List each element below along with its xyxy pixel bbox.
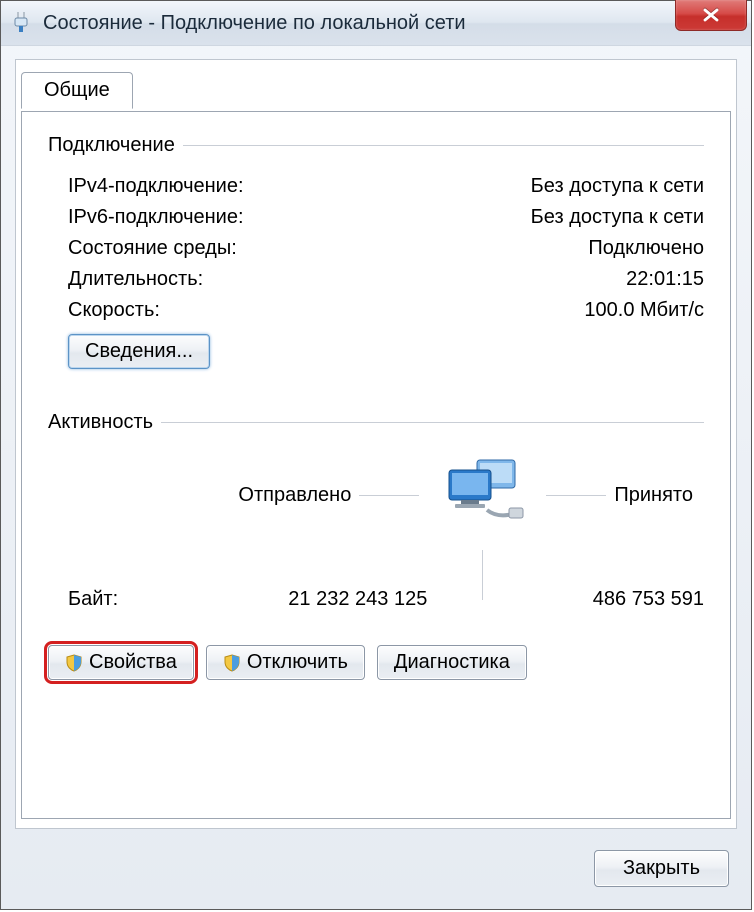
duration-label: Длительность: bbox=[68, 268, 203, 291]
row-media-state: Состояние среды: Подключено bbox=[48, 233, 704, 264]
duration-value: 22:01:15 bbox=[626, 268, 704, 291]
close-window-button[interactable] bbox=[675, 0, 747, 31]
row-duration: Длительность: 22:01:15 bbox=[48, 264, 704, 295]
status-dialog-window: Состояние - Подключение по локальной сет… bbox=[0, 0, 752, 910]
shield-icon bbox=[65, 654, 83, 672]
ipv6-label: IPv6-подключение: bbox=[68, 206, 244, 229]
connection-group: Подключение IPv4-подключение: Без доступ… bbox=[48, 134, 704, 369]
row-ipv4: IPv4-подключение: Без доступа к сети bbox=[48, 171, 704, 202]
sent-label: Отправлено bbox=[238, 484, 351, 507]
divider bbox=[161, 422, 704, 423]
bytes-label: Байт: bbox=[68, 588, 118, 610]
diagnose-button-label: Диагностика bbox=[394, 651, 510, 674]
network-activity-icon bbox=[437, 454, 527, 530]
speed-value: 100.0 Мбит/с bbox=[584, 299, 704, 322]
divider bbox=[183, 145, 704, 146]
media-state-label: Состояние среды: bbox=[68, 237, 237, 260]
window-title: Состояние - Подключение по локальной сет… bbox=[43, 12, 466, 35]
speed-label: Скорость: bbox=[68, 299, 160, 322]
ipv4-label: IPv4-подключение: bbox=[68, 175, 244, 198]
ipv4-value: Без доступа к сети bbox=[531, 175, 704, 198]
sent-bytes-value: 21 232 243 125 bbox=[288, 588, 427, 610]
disable-button[interactable]: Отключить bbox=[206, 645, 365, 680]
properties-button-label: Свойства bbox=[89, 651, 177, 674]
title-bar: Состояние - Подключение по локальной сет… bbox=[1, 1, 751, 46]
row-ipv6: IPv6-подключение: Без доступа к сети bbox=[48, 202, 704, 233]
diagnose-button[interactable]: Диагностика bbox=[377, 645, 527, 680]
received-bytes-value: 486 753 591 bbox=[593, 588, 704, 610]
divider bbox=[482, 550, 483, 576]
tab-panel-general: Подключение IPv4-подключение: Без доступ… bbox=[21, 111, 731, 819]
action-button-row: Свойства Отключить Диагностика bbox=[48, 645, 704, 680]
activity-group: Активность Отправлено bbox=[48, 411, 704, 617]
row-speed: Скорость: 100.0 Мбит/с bbox=[48, 295, 704, 326]
network-plug-icon bbox=[9, 11, 33, 35]
tab-general[interactable]: Общие bbox=[21, 72, 133, 109]
disable-button-label: Отключить bbox=[247, 651, 348, 674]
divider bbox=[359, 495, 419, 496]
shield-icon bbox=[223, 654, 241, 672]
divider bbox=[482, 576, 483, 600]
tab-strip: Общие bbox=[21, 71, 133, 108]
received-label: Принято bbox=[614, 484, 693, 507]
close-icon bbox=[702, 7, 720, 23]
close-button[interactable]: Закрыть bbox=[594, 850, 729, 887]
details-button[interactable]: Сведения... bbox=[68, 334, 210, 369]
divider bbox=[546, 495, 606, 496]
properties-button[interactable]: Свойства bbox=[48, 645, 194, 680]
connection-group-title: Подключение bbox=[48, 134, 175, 157]
bottom-button-bar: Закрыть bbox=[594, 850, 729, 887]
ipv6-value: Без доступа к сети bbox=[531, 206, 704, 229]
activity-group-title: Активность bbox=[48, 411, 153, 434]
media-state-value: Подключено bbox=[588, 237, 704, 260]
